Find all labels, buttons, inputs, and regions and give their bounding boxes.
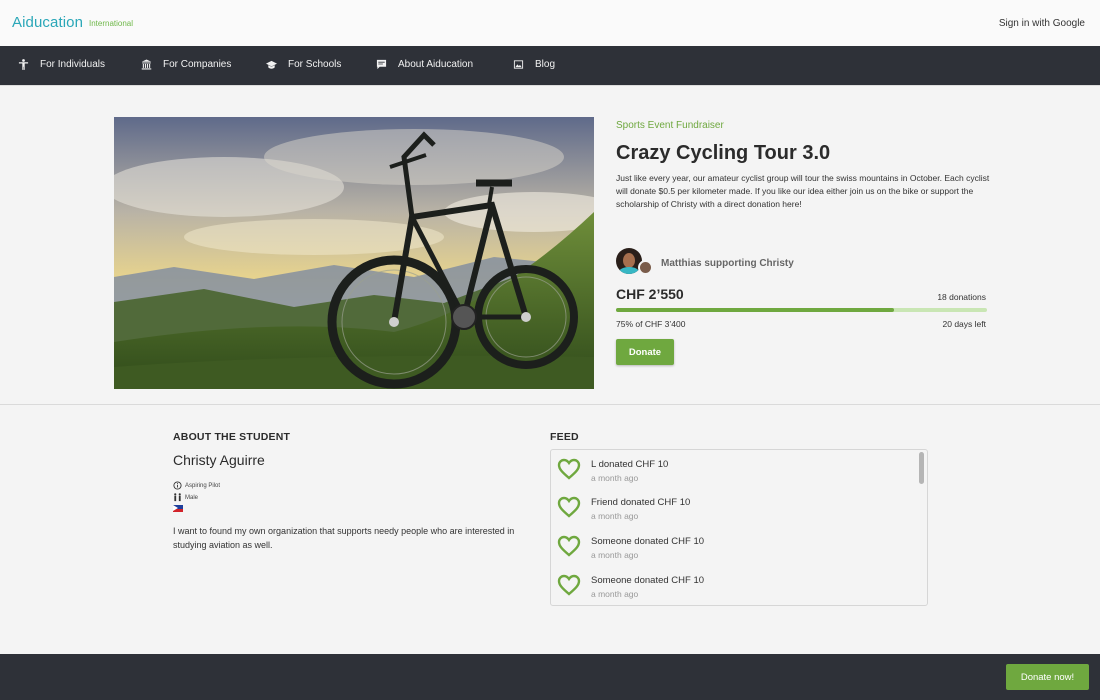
feed-item-time: a month ago [591, 511, 639, 521]
feed-item-time: a month ago [591, 473, 639, 483]
graduation-cap-icon [266, 60, 277, 69]
progress-fill [616, 308, 895, 312]
feed-list[interactable]: L donated CHF 10 a month ago Friend dona… [550, 449, 928, 606]
brand-logo[interactable]: Aiducation [12, 14, 83, 31]
heart-icon [557, 574, 581, 596]
funding-progress-bar [616, 308, 987, 312]
nav-item-about[interactable]: About Aiducation [376, 59, 473, 70]
campaign-category: Sports Event Fundraiser [616, 120, 724, 131]
donations-count: 18 donations [937, 292, 986, 302]
image-icon [513, 60, 524, 69]
donate-now-button[interactable]: Donate now! [1006, 664, 1089, 690]
student-name: Christy Aguirre [173, 452, 265, 468]
nav-item-individuals[interactable]: For Individuals [18, 59, 105, 70]
footer-bar: Donate now! [0, 654, 1100, 700]
nav-item-schools[interactable]: For Schools [266, 59, 341, 70]
main-nav: For Individuals For Companies For School… [0, 46, 1100, 86]
donate-button[interactable]: Donate [616, 339, 674, 365]
heart-icon [557, 535, 581, 557]
feed-item-title: Someone donated CHF 10 [591, 575, 705, 586]
feed-item-title: L donated CHF 10 [591, 459, 669, 470]
feed-item-title: Someone donated CHF 10 [591, 536, 705, 547]
feed-item-time: a month ago [591, 589, 639, 599]
philippines-flag-icon [173, 505, 183, 512]
days-left: 20 days left [942, 319, 986, 329]
nav-label: About Aiducation [398, 59, 474, 70]
feed-item: Someone donated CHF 10 a month ago [557, 529, 917, 563]
nav-label: For Schools [288, 59, 342, 70]
raised-amount: CHF 2’550 [616, 286, 684, 302]
feed-item: Friend donated CHF 10 a month ago [557, 490, 917, 524]
heart-icon [557, 458, 581, 480]
building-icon [141, 59, 152, 70]
campaign-description: Just like every year, our amateur cyclis… [616, 173, 990, 209]
feed-item: L donated CHF 10 a month ago [557, 452, 917, 486]
nav-label: Blog [535, 59, 556, 70]
gender-text: Male [185, 494, 199, 501]
feed-item-time: a month ago [591, 550, 639, 560]
campaign-title: Crazy Cycling Tour 3.0 [616, 142, 831, 164]
info-circle-icon [173, 481, 182, 490]
feed-heading: FEED [550, 431, 579, 443]
nav-label: For Individuals [40, 59, 106, 70]
feed-item-title: Friend donated CHF 10 [591, 497, 691, 508]
student-bio: I want to found my own organization that… [173, 526, 515, 550]
campaign-hero-image [114, 117, 594, 389]
about-heading: ABOUT THE STUDENT [173, 431, 291, 443]
top-bar: Aiducation International Sign in with Go… [0, 0, 1100, 46]
supporter-text: Matthias supporting Christy [661, 258, 794, 269]
sign-in-google-link[interactable]: Sign in with Google [999, 18, 1085, 29]
chat-icon [376, 59, 387, 70]
person-icon [18, 59, 29, 70]
section-divider [0, 404, 1100, 405]
heart-icon [557, 496, 581, 518]
nav-item-blog[interactable]: Blog [513, 59, 555, 70]
gender-row: Male [173, 493, 198, 502]
brand-subtitle: International [89, 19, 134, 28]
goal-text: 75% of CHF 3’400 [616, 319, 686, 329]
nav-label: For Companies [163, 59, 232, 70]
nav-item-companies[interactable]: For Companies [141, 59, 231, 70]
gender-icon [174, 493, 181, 502]
occupation-row: Aspiring Pilot [173, 481, 220, 490]
feed-scrollbar[interactable] [919, 452, 924, 484]
occupation-text: Aspiring Pilot [185, 482, 221, 489]
feed-item: Someone donated CHF 10 a month ago [557, 568, 917, 602]
supporter-small-avatar [638, 260, 653, 275]
